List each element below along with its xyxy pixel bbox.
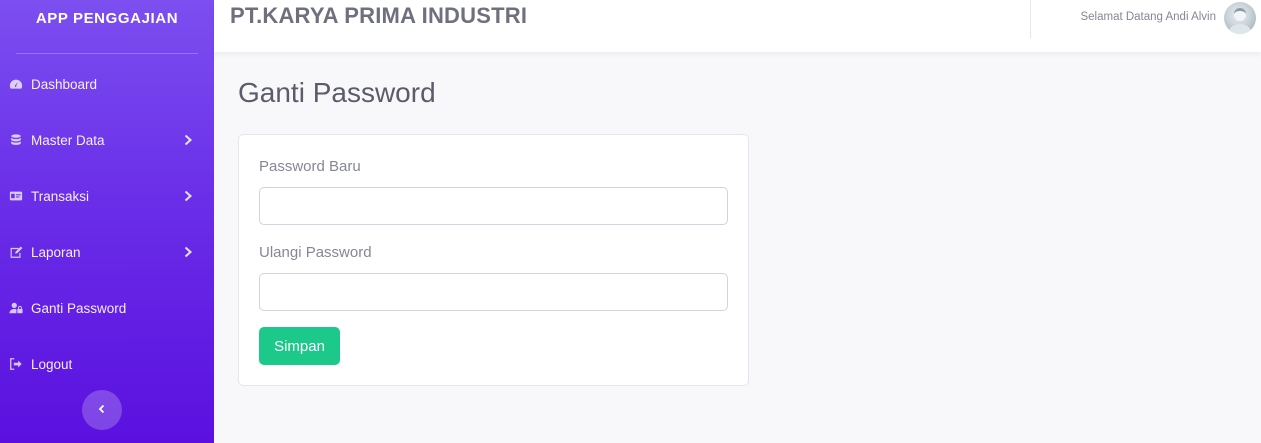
welcome-text[interactable]: Selamat Datang Andi Alvin bbox=[1080, 11, 1216, 23]
chevron-right-icon bbox=[182, 190, 194, 202]
sidebar-item-label: Dashboard bbox=[31, 76, 98, 92]
repeat-password-input[interactable] bbox=[259, 273, 728, 311]
chevron-right-icon bbox=[182, 246, 194, 258]
sidebar-nav: Dashboard Master Data Transaksi Laporan … bbox=[0, 56, 214, 392]
id-card-icon bbox=[8, 188, 24, 204]
sidebar-toggle-button[interactable] bbox=[82, 390, 122, 430]
database-icon bbox=[8, 132, 24, 148]
sidebar-item-laporan[interactable]: Laporan bbox=[0, 224, 214, 280]
sign-out-icon bbox=[8, 356, 24, 372]
sidebar-item-logout[interactable]: Logout bbox=[0, 336, 214, 392]
user-avatar[interactable] bbox=[1224, 2, 1256, 34]
topbar-divider bbox=[1030, 0, 1031, 38]
sidebar-item-dashboard[interactable]: Dashboard bbox=[0, 56, 214, 112]
sidebar-item-label: Laporan bbox=[31, 244, 81, 260]
sidebar-item-label: Ganti Password bbox=[31, 300, 127, 316]
new-password-input[interactable] bbox=[259, 187, 728, 225]
sidebar-divider bbox=[16, 53, 198, 54]
company-name: PT.KARYA PRIMA INDUSTRI bbox=[230, 3, 528, 28]
new-password-label: Password Baru bbox=[259, 158, 361, 175]
user-lock-icon bbox=[8, 300, 24, 316]
repeat-password-label: Ulangi Password bbox=[259, 244, 372, 261]
sidebar-item-master-data[interactable]: Master Data bbox=[0, 112, 214, 168]
chevron-left-icon bbox=[97, 401, 107, 419]
save-button[interactable]: Simpan bbox=[259, 327, 340, 365]
edit-icon bbox=[8, 244, 24, 260]
sidebar-item-label: Logout bbox=[31, 356, 73, 372]
sidebar: APP PENGGAJIAN Dashboard Master Data Tra… bbox=[0, 0, 214, 443]
change-password-form: Password Baru Ulangi Password Simpan bbox=[238, 134, 749, 386]
sidebar-item-label: Transaksi bbox=[31, 188, 90, 204]
chevron-right-icon bbox=[182, 134, 194, 146]
sidebar-item-label: Master Data bbox=[31, 132, 105, 148]
page-title: Ganti Password bbox=[238, 77, 436, 108]
tachometer-icon bbox=[8, 76, 24, 92]
avatar-image bbox=[1228, 8, 1252, 34]
topbar: PT.KARYA PRIMA INDUSTRI Selamat Datang A… bbox=[214, 0, 1261, 52]
sidebar-brand[interactable]: APP PENGGAJIAN bbox=[0, 0, 214, 36]
sidebar-item-ganti-password[interactable]: Ganti Password bbox=[0, 280, 214, 336]
sidebar-item-transaksi[interactable]: Transaksi bbox=[0, 168, 214, 224]
